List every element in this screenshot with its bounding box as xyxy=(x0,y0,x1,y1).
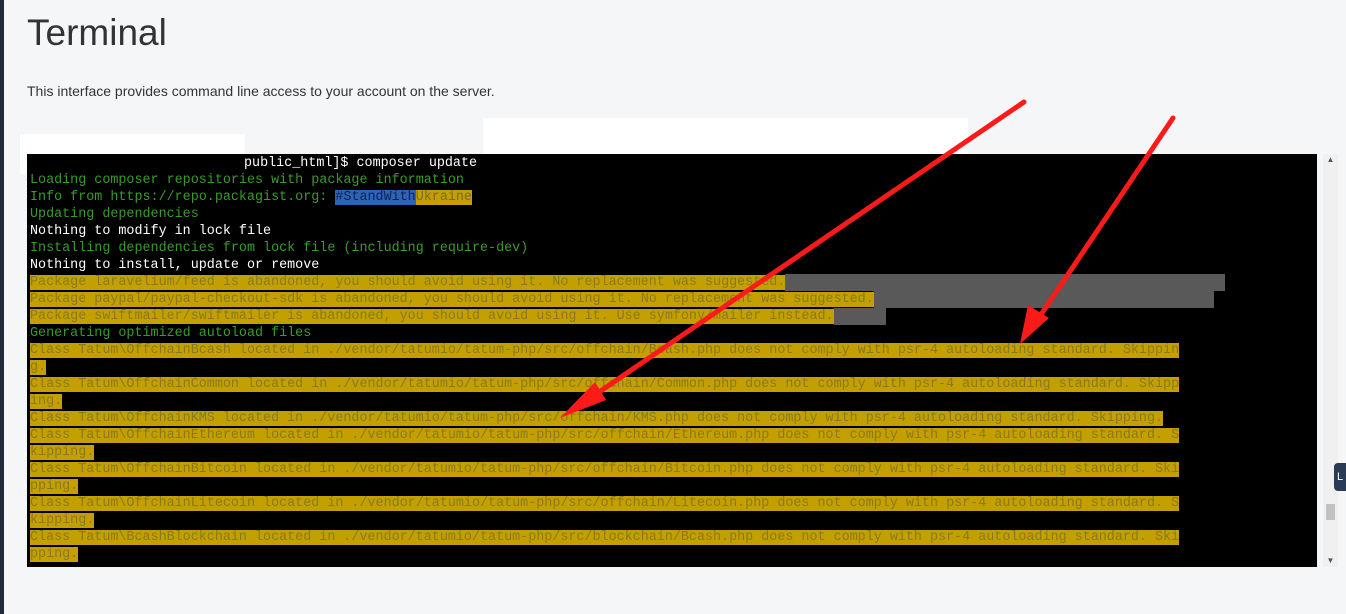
terminal-output[interactable]: public_html]$ composer update Loading co… xyxy=(27,154,1317,567)
terminal-text: g. xyxy=(30,360,47,375)
terminal-line: Loading composer repositories with packa… xyxy=(30,172,1317,189)
terminal-line: pping. xyxy=(30,546,1317,563)
page-title: Terminal xyxy=(27,12,167,53)
terminal-text: Package laravelium/feed is abandoned, yo… xyxy=(30,275,786,290)
terminal-line: Package swiftmailer/swiftmailer is aband… xyxy=(30,308,1317,325)
terminal-text: Package swiftmailer/swiftmailer is aband… xyxy=(30,309,834,324)
terminal-line: Class Tatum\OffchainCommon located in ./… xyxy=(30,376,1317,393)
page-description: This interface provides command line acc… xyxy=(27,83,495,99)
terminal-line: Class Tatum\BcashBlockchain located in .… xyxy=(30,529,1317,546)
terminal-text: kipping. xyxy=(30,513,95,528)
terminal-text: Updating dependencies xyxy=(30,207,199,222)
terminal-line: Package paypal/paypal-checkout-sdk is ab… xyxy=(30,291,1317,308)
terminal-text: Generating optimized autoload files xyxy=(30,326,312,341)
scroll-down-icon[interactable]: ▼ xyxy=(1323,555,1338,567)
terminal-selection xyxy=(833,308,886,325)
terminal-line: Package laravelium/feed is abandoned, yo… xyxy=(30,274,1317,291)
terminal-text: ing. xyxy=(30,394,63,409)
terminal-line: ing. xyxy=(30,393,1317,410)
redacted-block xyxy=(483,118,968,154)
terminal-line: Installing dependencies from lock file (… xyxy=(30,240,1317,257)
terminal-prompt-line: public_html]$ composer update xyxy=(30,155,1317,172)
terminal-text: Installing dependencies from lock file (… xyxy=(30,241,529,256)
terminal-command: public_html]$ composer update xyxy=(244,156,478,171)
terminal-line: Nothing to install, update or remove xyxy=(30,257,1317,274)
terminal-line: Updating dependencies xyxy=(30,206,1317,223)
terminal-highlight: Ukraine xyxy=(415,190,472,205)
terminal-line: Generating optimized autoload files xyxy=(30,325,1317,342)
terminal-line: g. xyxy=(30,359,1317,376)
terminal-text: Nothing to modify in lock file xyxy=(30,224,272,239)
terminal-text: Class Tatum\OffchainCommon located in ./… xyxy=(30,377,1180,392)
terminal-line: Class Tatum\OffchainKMS located in ./ven… xyxy=(30,410,1317,427)
scroll-thumb[interactable] xyxy=(1326,504,1335,520)
terminal-text: pping. xyxy=(30,479,79,494)
terminal-text: Info from https://repo.packagist.org: xyxy=(30,190,336,205)
terminal-selection xyxy=(785,274,1226,291)
terminal-text: Nothing to install, update or remove xyxy=(30,258,320,273)
terminal-text: pping. xyxy=(30,547,79,562)
terminal-line: Class Tatum\OffchainBcash located in ./v… xyxy=(30,342,1317,359)
terminal-line: kipping. xyxy=(30,444,1317,461)
terminal-text: Class Tatum\OffchainEthereum located in … xyxy=(30,428,1180,443)
terminal-highlight: #StandWith xyxy=(335,190,416,205)
terminal-scrollbar[interactable]: ▲ ▼ xyxy=(1323,154,1338,567)
scroll-up-icon[interactable]: ▲ xyxy=(1323,154,1338,166)
terminal-line: Class Tatum\OffchainBitcoin located in .… xyxy=(30,461,1317,478)
terminal-text: Class Tatum\BcashBlockchain located in .… xyxy=(30,530,1180,545)
side-panel-tab[interactable]: L xyxy=(1334,463,1346,491)
terminal-selection xyxy=(873,291,1214,308)
left-sidebar-edge xyxy=(0,0,4,614)
terminal-line: Info from https://repo.packagist.org: #S… xyxy=(30,189,1317,206)
terminal-text: Class Tatum\OffchainKMS located in ./ven… xyxy=(30,411,1164,426)
terminal-line: Class Tatum\OffchainEthereum located in … xyxy=(30,427,1317,444)
terminal-text: kipping. xyxy=(30,445,95,460)
terminal-text: Class Tatum\OffchainBitcoin located in .… xyxy=(30,462,1180,477)
terminal-text: Package paypal/paypal-checkout-sdk is ab… xyxy=(30,292,874,307)
terminal-text: Loading composer repositories with packa… xyxy=(30,173,464,188)
terminal-line: Class Tatum\OffchainLitecoin located in … xyxy=(30,495,1317,512)
terminal-line: pping. xyxy=(30,478,1317,495)
terminal-text: Class Tatum\OffchainLitecoin located in … xyxy=(30,496,1180,511)
terminal-line: kipping. xyxy=(30,512,1317,529)
terminal-line: Nothing to modify in lock file xyxy=(30,223,1317,240)
terminal-text: Class Tatum\OffchainBcash located in ./v… xyxy=(30,343,1180,358)
